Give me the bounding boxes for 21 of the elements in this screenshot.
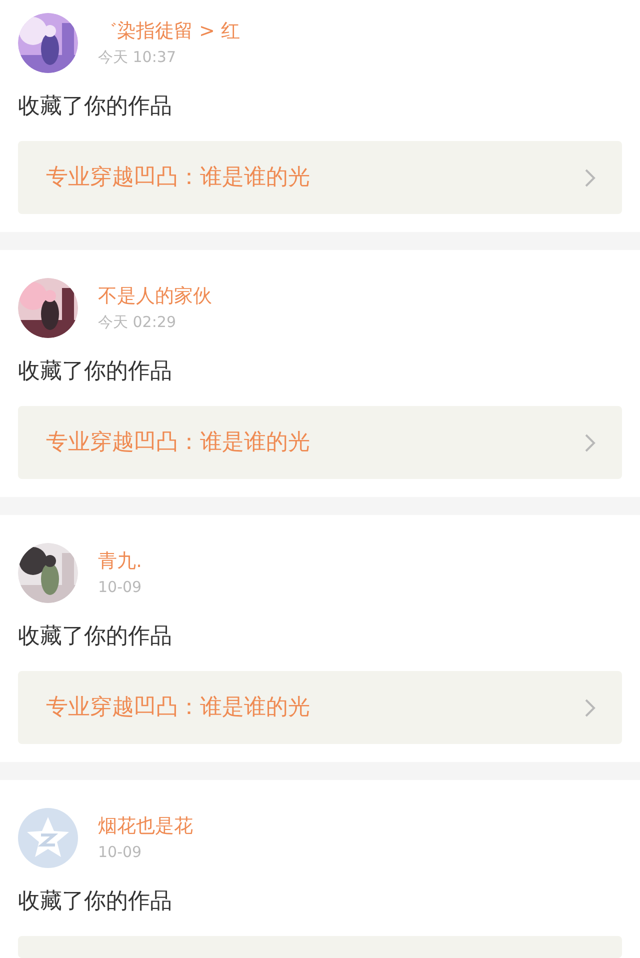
action-text: 收藏了你的作品 [18,93,173,121]
chevron-right-icon [584,698,596,718]
user-name[interactable]: 青九. [98,549,142,573]
work-title: 专业穿越凹凸：谁是谁的光 [46,428,310,456]
action-text: 收藏了你的作品 [18,623,173,651]
timestamp: 今天 02:29 [98,312,177,332]
work-card[interactable]: 专业穿越凹凸：谁是谁的光 [18,671,622,744]
chevron-right-icon [584,432,596,452]
work-title: 专业穿越凹凸：谁是谁的光 [46,694,310,722]
user-name[interactable]: ゛染指徒留 > 红 [98,19,240,43]
timestamp: 今天 10:37 [98,47,177,67]
chevron-right-icon [584,168,596,188]
action-text: 收藏了你的作品 [18,358,173,386]
user-name[interactable]: 烟花也是花 [98,814,193,838]
work-title: 专业穿越凹凸：谁是谁的光 [46,164,310,192]
work-card[interactable]: 专业穿越凹凸：谁是谁的光 [18,141,622,214]
user-name[interactable]: 不是人的家伙 [98,284,212,308]
timestamp: 10-09 [98,842,143,862]
timestamp: 10-09 [98,577,142,597]
action-text: 收藏了你的作品 [18,888,173,916]
work-card[interactable]: 专业穿越凹凸：谁是谁的光 [18,406,622,479]
